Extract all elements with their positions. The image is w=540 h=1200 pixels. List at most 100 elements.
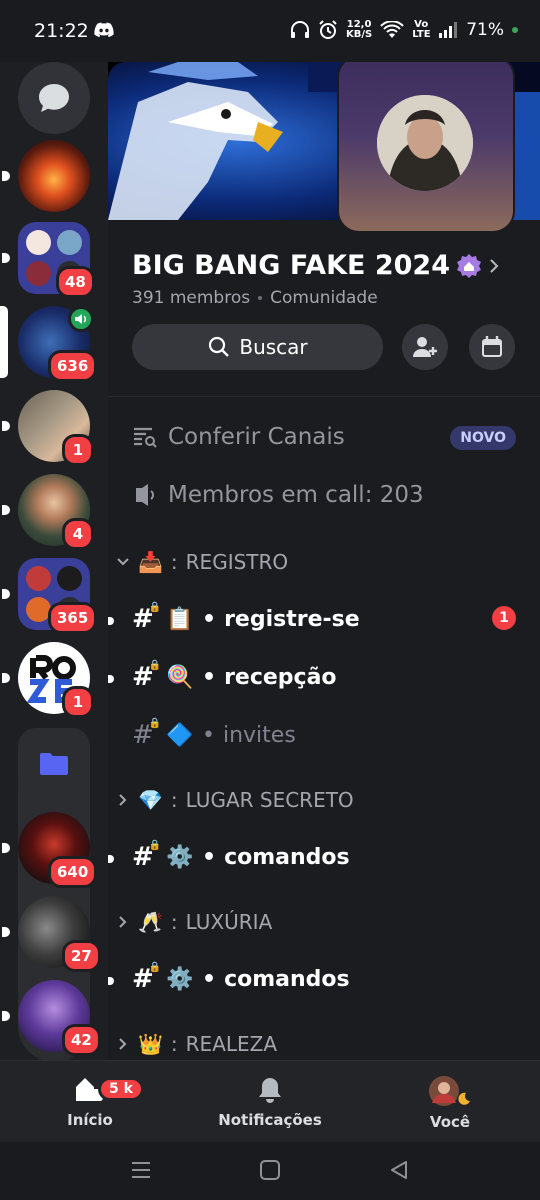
server-icon-big-do-pais[interactable]: 636 bbox=[0, 306, 98, 382]
category-emoji: 💎 bbox=[138, 788, 163, 812]
dm-button-bg bbox=[18, 62, 90, 134]
invite-members-button[interactable] bbox=[402, 324, 448, 370]
search-icon bbox=[209, 336, 230, 357]
calendar-icon bbox=[482, 336, 502, 357]
member-count: 391 membros bbox=[132, 288, 251, 308]
channel-emoji: ⚙️ bbox=[166, 844, 194, 870]
voice-active-icon bbox=[68, 306, 94, 332]
channel-invites[interactable]: # 🔒 🔷 • invites bbox=[132, 718, 296, 750]
folder-icon bbox=[40, 753, 68, 775]
nav-you[interactable]: Você bbox=[380, 1075, 520, 1131]
server-name[interactable]: BIG BANG FAKE 2024 bbox=[132, 250, 500, 281]
category-registro[interactable]: 📥 : REGISTRO bbox=[116, 550, 288, 574]
server-rail[interactable]: 48 636 1 4 365 1 640 27 42 bbox=[0, 62, 108, 1060]
channel-recepcao[interactable]: # 🔒 🍭 • recepção bbox=[108, 660, 337, 692]
bell-icon bbox=[259, 1078, 281, 1103]
voice-members-icon bbox=[136, 484, 154, 506]
server-name-text: BIG BANG FAKE 2024 bbox=[132, 250, 450, 281]
selected-indicator bbox=[0, 306, 8, 378]
locked-hash-icon: # 🔒 bbox=[132, 602, 161, 634]
category-separator: : bbox=[170, 910, 178, 934]
category-name: LUXÚRIA bbox=[185, 910, 273, 934]
mention-badge: 4 bbox=[62, 518, 94, 550]
browse-channels-icon bbox=[134, 427, 157, 448]
discord-notification-icon bbox=[94, 22, 114, 38]
server-folder-2[interactable]: 365 bbox=[2, 558, 98, 634]
voice-members-row[interactable]: Membros em call: 203 bbox=[132, 482, 424, 508]
category-separator: : bbox=[170, 1032, 178, 1056]
search-button[interactable]: Buscar bbox=[132, 324, 383, 370]
recent-apps-icon[interactable] bbox=[130, 1160, 152, 1180]
unread-indicator bbox=[2, 253, 10, 263]
channel-comandos-1[interactable]: # 🔒 ⚙️ • comandos bbox=[108, 840, 350, 872]
server-icon-neville[interactable]: 42 bbox=[2, 980, 101, 1056]
locked-hash-icon: # 🔒 bbox=[132, 962, 161, 994]
meta-separator bbox=[258, 296, 263, 300]
status-bar: 21:22 12,0 KB/S Vo LTE 71% bbox=[0, 0, 540, 62]
unread-indicator bbox=[108, 977, 114, 985]
voice-video-tile[interactable] bbox=[337, 62, 515, 233]
chevron-down-icon bbox=[116, 555, 130, 569]
headphones-icon bbox=[290, 21, 309, 38]
battery-level: 71% bbox=[466, 20, 504, 40]
server-folder-1[interactable]: 48 bbox=[2, 222, 95, 298]
channel-bullet: • bbox=[202, 664, 217, 690]
channel-name: registre-se bbox=[224, 606, 360, 632]
channel-emoji: ⚙️ bbox=[166, 966, 194, 992]
back-icon[interactable] bbox=[388, 1159, 410, 1181]
mention-badge: 1 bbox=[492, 606, 516, 630]
channel-name: comandos bbox=[224, 844, 350, 870]
direct-messages-button[interactable] bbox=[18, 62, 90, 134]
locked-hash-icon: # 🔒 bbox=[132, 840, 161, 872]
mention-badge: 27 bbox=[62, 940, 101, 972]
nav-notifications[interactable]: Notificações bbox=[200, 1075, 340, 1129]
category-realeza[interactable]: 👑 : REALEZA bbox=[116, 1032, 277, 1056]
category-luxuria[interactable]: 🥂 : LUXÚRIA bbox=[116, 910, 272, 934]
channel-bullet: • bbox=[202, 722, 215, 748]
channel-emoji: 🔷 bbox=[166, 722, 194, 748]
unread-indicator bbox=[108, 855, 114, 863]
unread-indicator bbox=[2, 589, 10, 599]
server-icon-5[interactable]: 4 bbox=[2, 474, 94, 550]
channel-emoji: 🍭 bbox=[166, 664, 194, 690]
channel-comandos-2[interactable]: # 🔒 ⚙️ • comandos bbox=[108, 962, 350, 994]
alarm-icon bbox=[319, 20, 337, 39]
locked-hash-icon: # 🔒 bbox=[132, 718, 161, 750]
chevron-right-icon bbox=[116, 1037, 130, 1051]
voice-members-label: Membros em call: 203 bbox=[168, 482, 424, 508]
category-emoji: 🥂 bbox=[138, 910, 163, 934]
channel-registre-se[interactable]: # 🔒 📋 • registre-se bbox=[108, 602, 360, 634]
category-lugar-secreto[interactable]: 💎 : LUGAR SECRETO bbox=[116, 788, 354, 812]
server-icon-4[interactable]: 1 bbox=[2, 390, 94, 466]
nav-home[interactable]: Início 5 k bbox=[20, 1075, 160, 1129]
channel-name: recepção bbox=[224, 664, 337, 690]
server-icon-phoenix[interactable] bbox=[2, 140, 90, 212]
chevron-right-icon bbox=[490, 258, 499, 273]
browse-channels-label: Conferir Canais bbox=[168, 424, 345, 450]
unread-indicator bbox=[2, 421, 10, 431]
category-emoji: 👑 bbox=[138, 1032, 163, 1056]
home-system-icon[interactable] bbox=[259, 1159, 281, 1181]
chat-bubble-icon bbox=[39, 84, 69, 112]
server-icon-8[interactable]: 640 bbox=[2, 812, 98, 888]
signal-icon bbox=[439, 22, 458, 38]
chevron-right-icon bbox=[116, 793, 130, 807]
nav-notifications-label: Notificações bbox=[218, 1111, 322, 1129]
category-separator: : bbox=[170, 788, 178, 812]
unread-indicator bbox=[2, 1011, 10, 1021]
folder-toggle-button[interactable] bbox=[18, 728, 90, 800]
unread-indicator bbox=[2, 927, 10, 937]
mention-badge: 1 bbox=[62, 686, 94, 718]
channel-list-panel: BIG BANG FAKE 2024 391 membros Comunidad… bbox=[108, 62, 540, 1060]
channel-name: invites bbox=[222, 722, 296, 748]
phoenix-avatar bbox=[18, 140, 90, 212]
add-user-icon bbox=[413, 337, 437, 357]
server-icon-9[interactable]: 27 bbox=[2, 896, 101, 972]
events-button[interactable] bbox=[469, 324, 515, 370]
server-icon-roze[interactable]: 1 bbox=[2, 642, 94, 718]
server-type: Comunidade bbox=[270, 288, 378, 308]
home-badge: 5 k bbox=[98, 1077, 144, 1101]
browse-channels-row[interactable]: Conferir Canais bbox=[132, 424, 345, 450]
category-separator: : bbox=[170, 550, 178, 574]
mention-badge: 1 bbox=[62, 434, 94, 466]
